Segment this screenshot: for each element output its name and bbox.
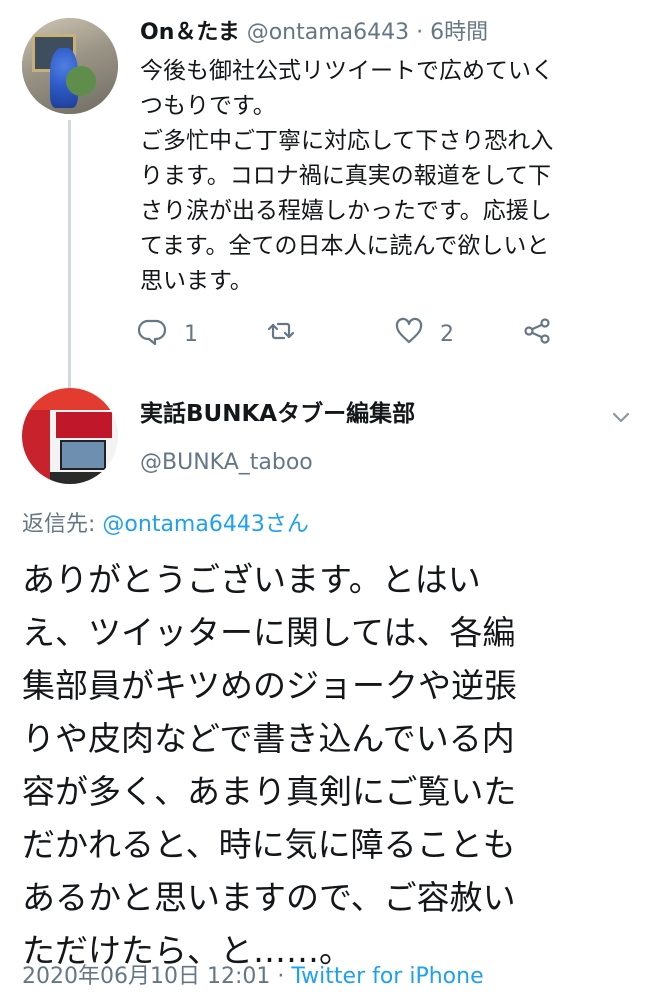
like-count: 2 (440, 321, 454, 347)
tweet-text-line: ありがとうございます。とはい (22, 560, 481, 599)
footer-separator: · (277, 964, 285, 989)
tweet-text-line: 容が多く、あまり真剣にご覧いた (22, 772, 517, 811)
display-name[interactable]: 実話BUNKAタブー編集部 (140, 398, 415, 430)
tweet-footer: 2020年06月10日 12:01 · Twitter for iPhone (22, 962, 484, 992)
retweet-button[interactable] (266, 314, 296, 354)
tweet-text-line: だかれると、時に気に障ることも (22, 825, 516, 864)
reply-prefix: 返信先: (22, 512, 96, 537)
tweet-header: On＆たま @ontama6443 · 6時間 (140, 18, 488, 48)
heart-icon (394, 316, 424, 352)
tweet-text-line: え、ツイッターに関しては、各編 (22, 613, 516, 652)
tweet-timestamp[interactable]: 2020年06月10日 12:01 (22, 964, 270, 989)
tweet-text-line: 今後も御社公式リツイートで広めていく (140, 58, 554, 84)
tweet-text-line: 集部員がキツめのジョークや逆張 (22, 666, 517, 705)
reply-context: 返信先: @ontama6443さん (22, 510, 309, 540)
avatar[interactable] (22, 388, 118, 484)
retweet-icon (266, 316, 296, 352)
tweet-text-line: ご多忙中ご丁寧に対応して下さり恐れ入 (140, 128, 554, 154)
tweet-text: ありがとうございます。とはい え、ツイッターに関しては、各編 集部員がキツめのジ… (22, 553, 632, 977)
avatar[interactable] (22, 18, 118, 114)
display-name[interactable]: On＆たま (140, 20, 240, 45)
tweet-source-link[interactable]: Twitter for iPhone (291, 964, 483, 989)
tweet-text-line: りや皮肉などで書き込んでいる内 (22, 719, 515, 758)
reply-icon (137, 316, 168, 352)
tweet-text: 今後も御社公式リツイートで広めていく つもりです。 ご多忙中ご丁寧に対応して下さ… (140, 54, 640, 299)
tweet-text-line: てます。全ての日本人に読んで欲しいと (140, 233, 550, 259)
thread-connector-line (68, 120, 71, 388)
user-handle[interactable]: @ontama6443 (247, 20, 409, 45)
tweet-text-line: つもりです。 (140, 93, 276, 119)
tweet-text-line: 思います。 (140, 268, 253, 294)
like-button[interactable]: 2 (394, 314, 454, 354)
chevron-down-icon[interactable] (608, 404, 634, 430)
share-icon (522, 316, 552, 352)
tweet-text-line: あるかと思いますので、ご容赦い (22, 878, 516, 917)
header-separator: · (416, 20, 424, 45)
tweet-time[interactable]: 6時間 (430, 20, 488, 45)
tweet-text-line: さり涙が出る程嬉しかったです。応援し (140, 198, 552, 224)
user-handle[interactable]: @BUNKA_taboo (140, 448, 313, 478)
reply-button[interactable]: 1 (137, 314, 198, 354)
reply-count: 1 (184, 321, 198, 347)
tweet-text-line: ります。コロナ禍に真実の報道をして下 (140, 163, 552, 189)
share-button[interactable] (522, 314, 552, 354)
reply-to-link[interactable]: @ontama6443さん (102, 512, 308, 537)
